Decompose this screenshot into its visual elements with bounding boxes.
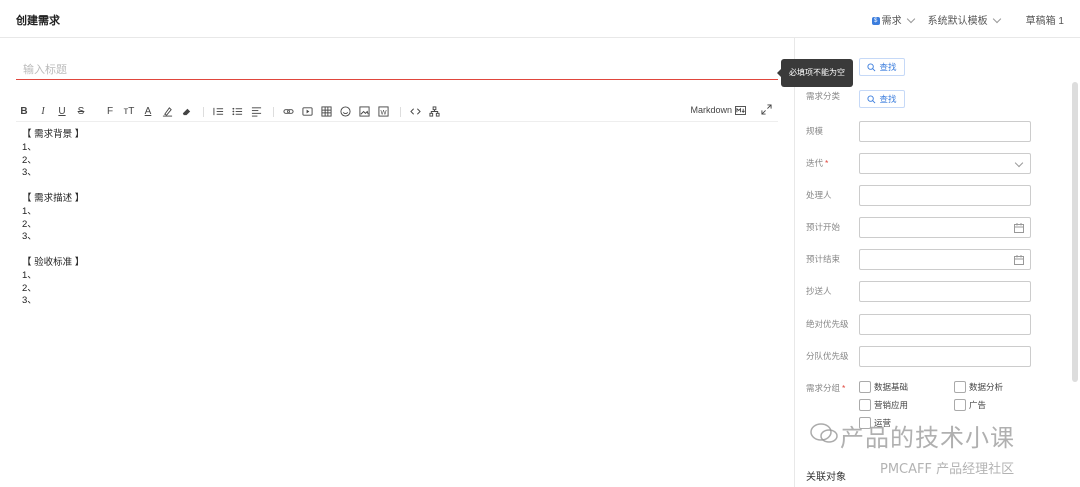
- toolbar-divider: [400, 106, 401, 117]
- content-line: 1、: [22, 141, 37, 153]
- editor-content[interactable]: 【 需求背景 】 1、 2、 3、【 需求描述 】 1、 2、 3、【 验收标准 】 1、 2、…: [22, 129, 84, 308]
- content-line: 【 需求背景 】: [22, 129, 85, 140]
- underline-button[interactable]: U: [54, 104, 70, 120]
- editor-area: B I U S F тT A W Markdown 【 需求背景 】1、2、3、…: [0, 38, 795, 487]
- checkbox[interactable]: [954, 399, 966, 411]
- ordered-list-icon[interactable]: [210, 104, 226, 120]
- abs-priority-input[interactable]: [859, 314, 1031, 335]
- wechat-icon: [810, 423, 838, 443]
- code-icon[interactable]: [407, 104, 423, 120]
- search-icon: [867, 94, 876, 103]
- svg-text:W: W: [380, 109, 387, 116]
- image-icon[interactable]: [356, 104, 372, 120]
- required-tooltip: 必填项不能为空: [777, 59, 853, 87]
- markdown-toggle[interactable]: Markdown: [690, 102, 746, 118]
- content-blank-line: [22, 180, 84, 193]
- video-icon[interactable]: [299, 104, 315, 120]
- scale-input[interactable]: [859, 121, 1031, 142]
- content-line: 1、: [22, 269, 37, 281]
- link-icon[interactable]: [280, 104, 296, 120]
- page-title: 创建需求: [16, 15, 60, 27]
- start-date-picker[interactable]: [859, 217, 1031, 238]
- word-icon[interactable]: W: [375, 104, 391, 120]
- fullscreen-icon[interactable]: [761, 104, 772, 118]
- search-icon: [867, 62, 876, 71]
- editor-toolbar: B I U S F тT A W Markdown: [16, 102, 778, 122]
- title-input[interactable]: [16, 60, 778, 80]
- chevron-down-icon: [1014, 158, 1024, 168]
- group-label: 需求分组 *: [806, 383, 846, 393]
- content-line: 3、: [22, 295, 37, 307]
- requirement-type-icon: $: [871, 17, 880, 26]
- bold-button[interactable]: B: [16, 104, 32, 120]
- end-date-label: 预计结束: [806, 254, 841, 264]
- drafts-button[interactable]: 草稿箱 1: [1026, 12, 1064, 27]
- iteration-label: 迭代 *: [806, 158, 829, 168]
- abs-priority-label: 绝对优先级: [806, 319, 849, 329]
- checkbox[interactable]: [859, 381, 871, 393]
- find-button[interactable]: 查找: [859, 58, 905, 76]
- font-color-button[interactable]: A: [140, 104, 156, 120]
- chevron-down-icon: [906, 14, 915, 24]
- assoc-title: 关联对象: [806, 472, 846, 483]
- category-label: 需求分类: [806, 91, 841, 101]
- cc-label: 抄送人: [806, 286, 832, 296]
- panel-scrollbar[interactable]: [1072, 82, 1078, 382]
- handler-label: 处理人: [806, 190, 832, 200]
- calendar-icon: [1014, 223, 1024, 233]
- emoji-icon[interactable]: [337, 104, 353, 120]
- group-checkbox[interactable]: 数据基础: [859, 381, 908, 393]
- content-blank-line: [22, 244, 84, 257]
- eraser-icon[interactable]: [178, 104, 194, 120]
- toolbar-divider: [273, 106, 274, 117]
- handler-input[interactable]: [859, 185, 1031, 206]
- iteration-select[interactable]: [859, 153, 1031, 174]
- content-line: 2、: [22, 154, 37, 166]
- font-family-button[interactable]: F: [102, 104, 118, 120]
- content-line: 1、: [22, 205, 37, 217]
- italic-button[interactable]: I: [35, 104, 51, 120]
- highlight-icon[interactable]: [159, 104, 175, 120]
- calendar-icon: [1014, 255, 1024, 265]
- scale-label: 规模: [806, 126, 824, 136]
- group-checkbox[interactable]: 广告: [954, 399, 986, 411]
- type-select[interactable]: $ 需求: [871, 12, 915, 27]
- group-checkbox[interactable]: 数据分析: [954, 381, 1003, 393]
- bullet-list-icon[interactable]: [229, 104, 245, 120]
- sitemap-icon[interactable]: [426, 104, 442, 120]
- end-date-picker[interactable]: [859, 249, 1031, 270]
- content-line: 3、: [22, 231, 37, 243]
- font-size-button[interactable]: тT: [121, 104, 137, 120]
- team-priority-label: 分队优先级: [806, 351, 849, 361]
- chevron-down-icon: [992, 14, 1001, 24]
- content-line: 2、: [22, 218, 37, 230]
- category-find-button[interactable]: 查找: [859, 90, 905, 108]
- content-line: 3、: [22, 167, 37, 179]
- align-icon[interactable]: [248, 104, 264, 120]
- start-date-label: 预计开始: [806, 222, 841, 232]
- cc-input[interactable]: [859, 281, 1031, 302]
- team-priority-input[interactable]: [859, 346, 1031, 367]
- toolbar-divider: [203, 106, 204, 117]
- header-actions: $ 需求 系统默认模板 草稿箱 1: [871, 12, 1064, 27]
- watermark-subtitle: PMCAFF 产品经理社区: [880, 462, 1015, 477]
- group-checkbox[interactable]: 营销应用: [859, 399, 908, 411]
- checkbox[interactable]: [954, 381, 966, 393]
- template-select[interactable]: 系统默认模板: [928, 12, 1001, 27]
- table-icon[interactable]: [318, 104, 334, 120]
- watermark-title: 产品的技术小课: [840, 424, 1015, 452]
- markdown-icon: [735, 105, 746, 115]
- checkbox[interactable]: [859, 399, 871, 411]
- content-line: 【 验收标准 】: [22, 256, 85, 268]
- strikethrough-button[interactable]: S: [73, 104, 89, 120]
- content-line: 2、: [22, 282, 37, 294]
- content-line: 【 需求描述 】: [22, 192, 85, 204]
- top-bar: 创建需求 $ 需求 系统默认模板 草稿箱 1: [0, 0, 1080, 38]
